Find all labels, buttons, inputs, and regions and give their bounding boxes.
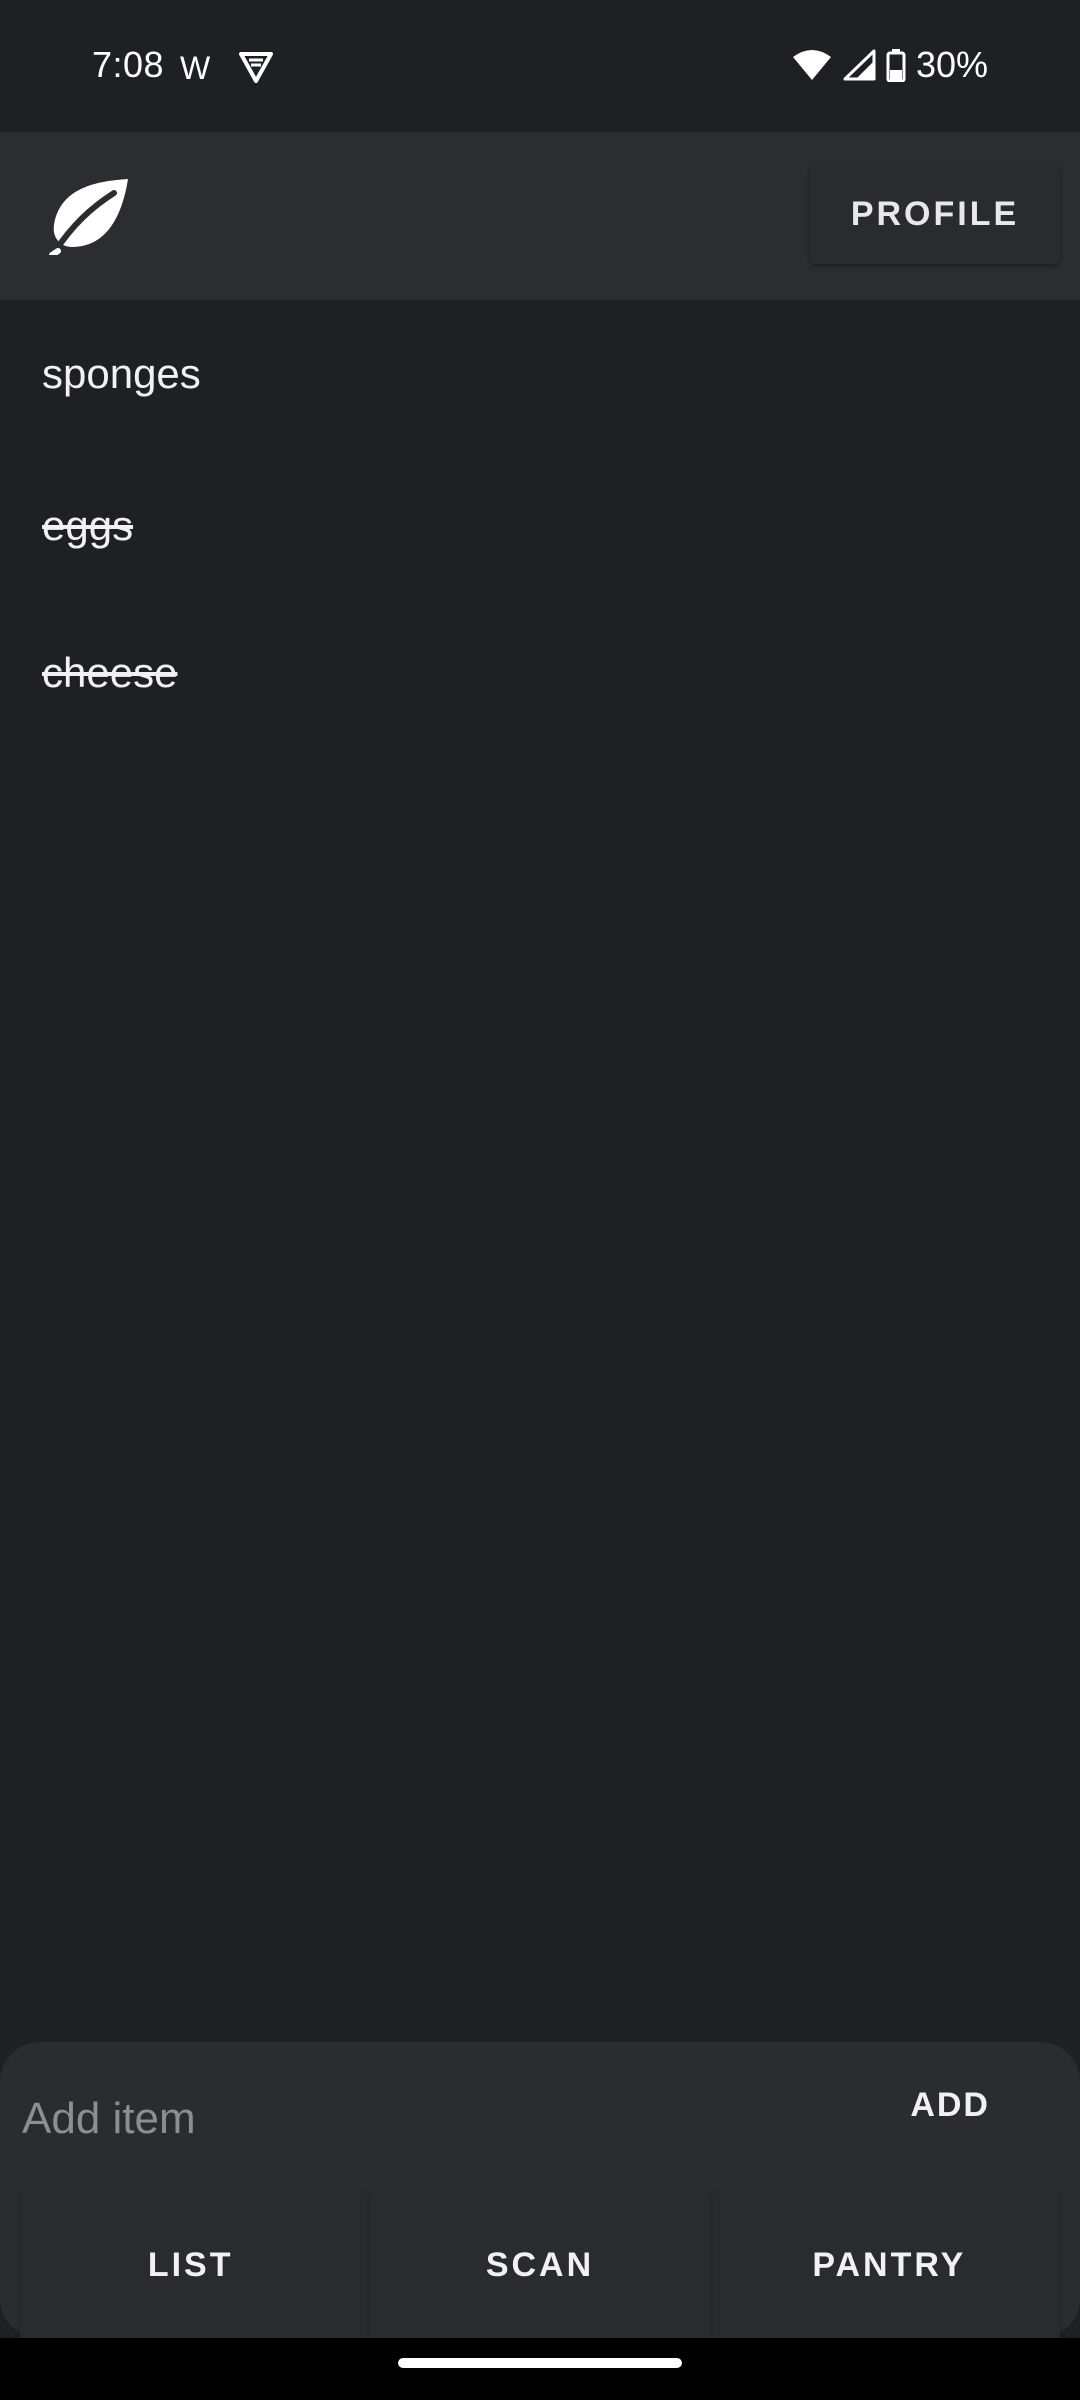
home-gesture-handle[interactable] <box>398 2358 682 2368</box>
tab-pantry[interactable]: PANTRY <box>718 2190 1060 2340</box>
add-button[interactable]: ADD <box>910 2086 990 2125</box>
list-item[interactable]: sponges <box>0 300 1080 452</box>
wifi-icon <box>792 50 831 80</box>
shopping-list: sponges eggs cheese <box>0 300 1080 746</box>
bottom-tabs: LIST SCAN PANTRY <box>20 2190 1060 2340</box>
tab-scan[interactable]: SCAN <box>369 2190 711 2340</box>
signal-icon <box>843 49 876 81</box>
app-bar: PROFILE <box>0 132 1080 300</box>
status-time: 7:08 <box>92 44 165 85</box>
tab-list[interactable]: LIST <box>20 2190 362 2340</box>
shield-icon <box>239 52 273 83</box>
status-right-group: 30% <box>792 44 988 86</box>
notification-w-icon: W <box>180 50 211 86</box>
bottom-panel: ADD LIST SCAN PANTRY <box>0 2042 1080 2340</box>
status-bar: 7:08 W 30% <box>0 0 1080 132</box>
battery-icon <box>886 49 906 82</box>
leaf-icon[interactable] <box>48 177 130 255</box>
battery-percent: 30% <box>915 44 988 85</box>
list-item[interactable]: cheese <box>0 599 1080 746</box>
navigation-bar <box>0 2338 1080 2400</box>
list-item[interactable]: eggs <box>0 452 1080 599</box>
profile-button[interactable]: PROFILE <box>810 164 1060 264</box>
add-item-input[interactable] <box>20 2078 804 2160</box>
